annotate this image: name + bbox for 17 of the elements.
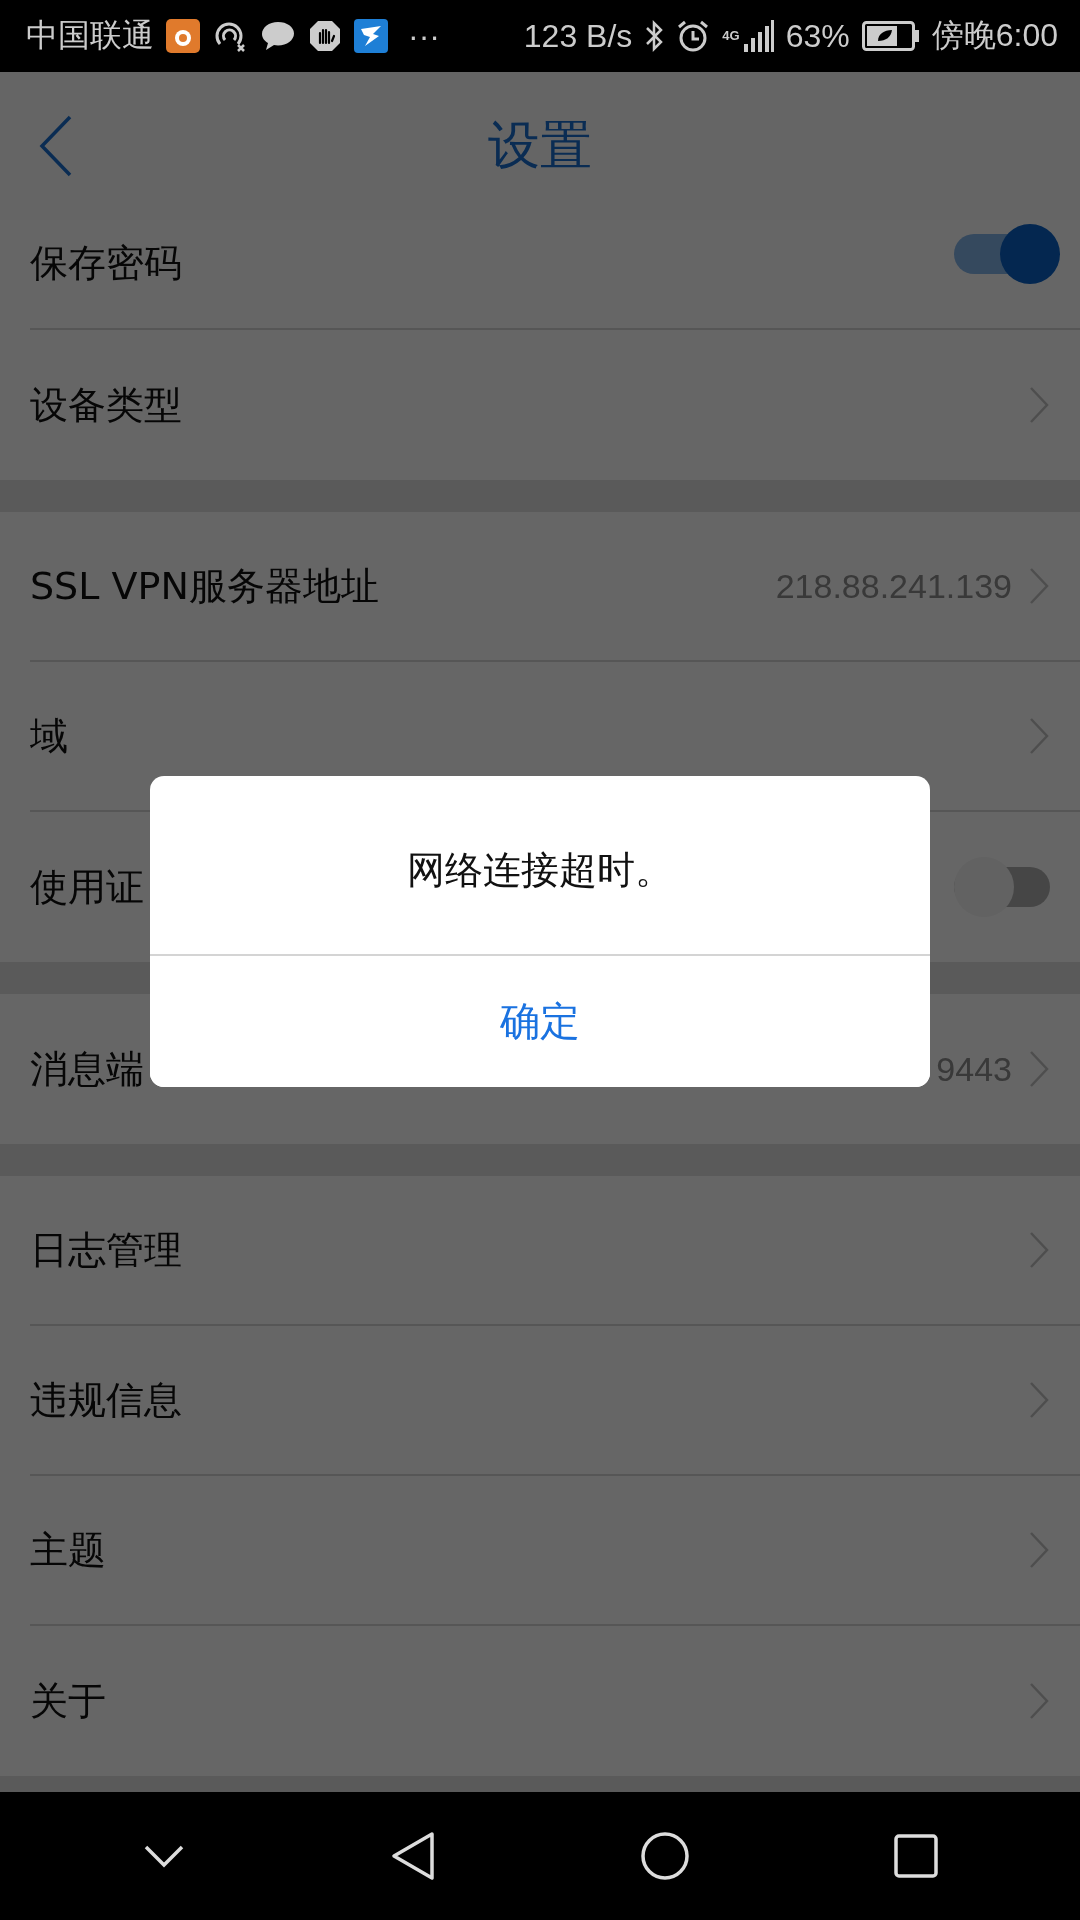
row-label: 域 bbox=[30, 712, 68, 760]
row-label: 违规信息 bbox=[30, 1376, 182, 1424]
row-label: 设备类型 bbox=[30, 381, 182, 429]
row-label: 消息端 bbox=[30, 1045, 144, 1093]
row-label: 使用证 bbox=[30, 863, 144, 911]
row-label: 关于 bbox=[30, 1677, 106, 1725]
battery-percent: 63% bbox=[785, 17, 850, 55]
row-label: SSL VPN服务器地址 bbox=[30, 562, 379, 610]
row-label: 主题 bbox=[30, 1526, 106, 1574]
carrier-name: 中国联通 bbox=[26, 16, 154, 55]
page-title: 设置 bbox=[488, 114, 592, 177]
row-label: 保存密码 bbox=[30, 240, 182, 287]
network-speed: 123 B/s bbox=[523, 17, 633, 55]
clock-time: 傍晚6:00 bbox=[931, 16, 1058, 55]
more-notifications: ··· bbox=[408, 17, 440, 55]
row-label: 日志管理 bbox=[30, 1226, 182, 1274]
network-type: 4G bbox=[722, 28, 740, 43]
